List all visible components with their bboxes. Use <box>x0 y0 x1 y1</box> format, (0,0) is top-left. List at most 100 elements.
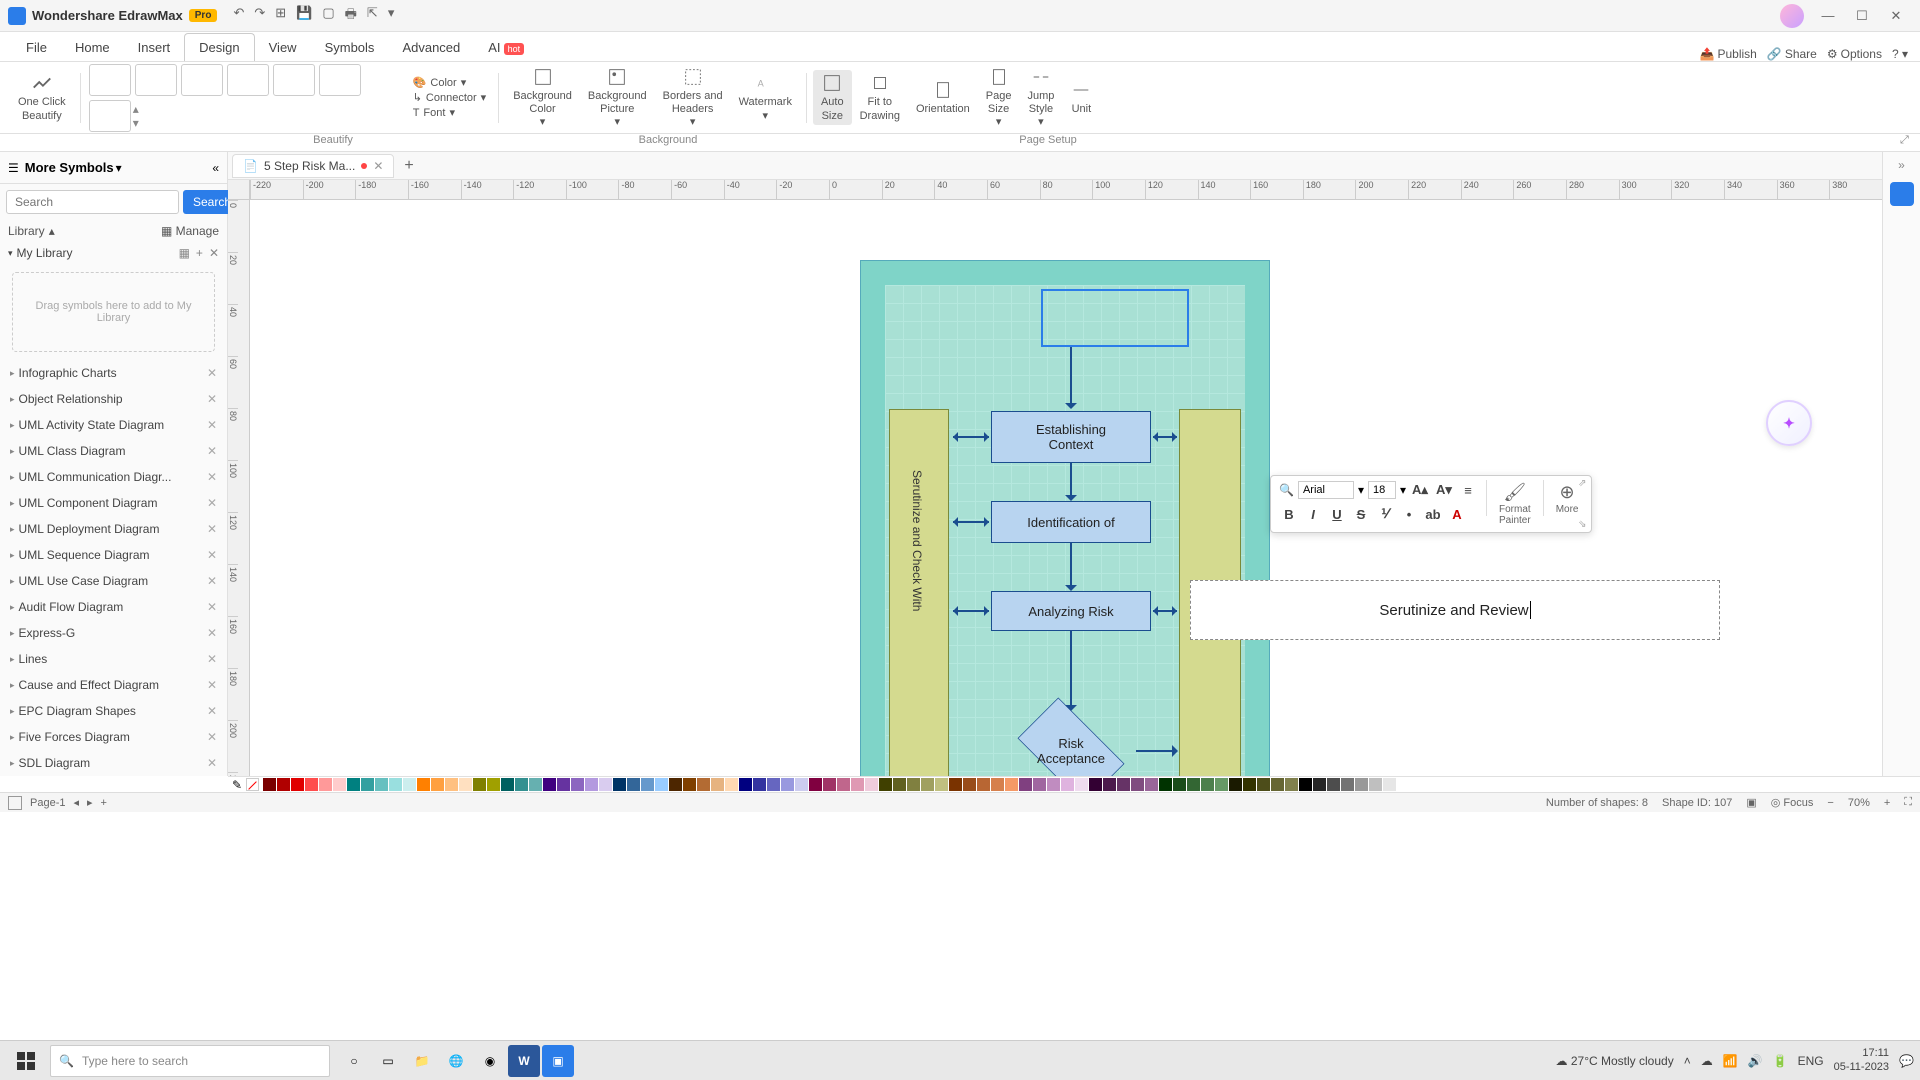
watermark-button[interactable]: A Watermark ▾ <box>731 70 800 124</box>
color-swatch[interactable] <box>1061 778 1074 791</box>
bullet-list-button[interactable]: • <box>1399 504 1419 524</box>
color-swatch[interactable] <box>669 778 682 791</box>
color-swatch[interactable] <box>1299 778 1312 791</box>
style-preset-7[interactable] <box>89 100 131 132</box>
category-close-icon[interactable]: ✕ <box>207 704 217 718</box>
right-panel-tool-icon[interactable] <box>1890 182 1914 206</box>
page-next[interactable]: ▸ <box>87 796 93 809</box>
tray-notifications-icon[interactable]: 💬 <box>1899 1054 1914 1068</box>
color-swatch[interactable] <box>907 778 920 791</box>
style-preset-3[interactable] <box>181 64 223 96</box>
category-item[interactable]: ▸Express-G✕ <box>0 620 227 646</box>
page-name[interactable]: Page-1 <box>30 797 65 809</box>
category-item[interactable]: ▸SDL Diagram✕ <box>0 750 227 776</box>
color-swatch[interactable] <box>277 778 290 791</box>
color-swatch[interactable] <box>1131 778 1144 791</box>
lib-grid-icon[interactable]: ▦ <box>179 246 190 260</box>
share-button[interactable]: 🔗 Share <box>1767 47 1817 61</box>
color-swatch[interactable] <box>1047 778 1060 791</box>
color-swatch[interactable] <box>795 778 808 791</box>
increase-font-button[interactable]: A▴ <box>1410 480 1430 500</box>
redo-button[interactable]: ↷ <box>254 5 265 27</box>
zoom-out-button[interactable]: − <box>1827 797 1833 809</box>
lib-close-icon[interactable]: ✕ <box>209 246 219 260</box>
color-swatch[interactable] <box>851 778 864 791</box>
help-button[interactable]: ? ▾ <box>1892 47 1908 61</box>
style-preset-2[interactable] <box>135 64 177 96</box>
color-swatch[interactable] <box>627 778 640 791</box>
category-close-icon[interactable]: ✕ <box>207 366 217 380</box>
color-swatch[interactable] <box>991 778 1004 791</box>
color-swatch[interactable] <box>1285 778 1298 791</box>
tray-volume-icon[interactable]: 🔊 <box>1748 1054 1763 1068</box>
category-close-icon[interactable]: ✕ <box>207 574 217 588</box>
taskbar-edge[interactable]: 🌐 <box>440 1045 472 1077</box>
color-swatch[interactable] <box>767 778 780 791</box>
category-close-icon[interactable]: ✕ <box>207 626 217 640</box>
taskbar-explorer[interactable]: 📁 <box>406 1045 438 1077</box>
color-swatch[interactable] <box>893 778 906 791</box>
category-item[interactable]: ▸UML Class Diagram✕ <box>0 438 227 464</box>
align-button[interactable]: ≡ <box>1458 480 1478 500</box>
qat-dropdown[interactable]: ▾ <box>388 5 395 27</box>
tray-language[interactable]: ENG <box>1798 1054 1824 1068</box>
lib-add-icon[interactable]: + <box>196 246 203 260</box>
color-swatch[interactable] <box>781 778 794 791</box>
category-close-icon[interactable]: ✕ <box>207 418 217 432</box>
style-preset-6[interactable] <box>319 64 361 96</box>
fit-view-icon[interactable]: ▣ <box>1746 796 1756 809</box>
color-swatch[interactable] <box>1271 778 1284 791</box>
color-swatch[interactable] <box>935 778 948 791</box>
my-library-section[interactable]: ▾My Library ▦ + ✕ <box>0 242 227 264</box>
category-item[interactable]: ▸EPC Diagram Shapes✕ <box>0 698 227 724</box>
menu-symbols[interactable]: Symbols <box>311 34 389 61</box>
color-swatch[interactable] <box>1089 778 1102 791</box>
taskbar-chrome[interactable]: ◉ <box>474 1045 506 1077</box>
menu-view[interactable]: View <box>255 34 311 61</box>
color-swatch[interactable] <box>417 778 430 791</box>
underline-button[interactable]: U <box>1327 504 1347 524</box>
category-close-icon[interactable]: ✕ <box>207 730 217 744</box>
font-family-input[interactable] <box>1298 481 1354 499</box>
category-item[interactable]: ▸Cause and Effect Diagram✕ <box>0 672 227 698</box>
bg-color-button[interactable]: Background Color ▾ <box>505 64 580 132</box>
zoom-in-button[interactable]: + <box>1884 797 1890 809</box>
menu-advanced[interactable]: Advanced <box>388 34 474 61</box>
tray-expand-icon[interactable]: ˄ <box>1684 1054 1691 1068</box>
eyedropper-icon[interactable]: ✎ <box>232 778 242 792</box>
category-item[interactable]: ▸UML Activity State Diagram✕ <box>0 412 227 438</box>
color-swatch[interactable] <box>473 778 486 791</box>
user-avatar[interactable] <box>1780 4 1804 28</box>
page-size-button[interactable]: Page Size ▾ <box>978 64 1020 132</box>
color-swatch[interactable] <box>837 778 850 791</box>
color-swatch[interactable] <box>1033 778 1046 791</box>
auto-size-button[interactable]: Auto Size <box>813 70 852 124</box>
color-swatch[interactable] <box>1215 778 1228 791</box>
category-item[interactable]: ▸UML Communication Diagr...✕ <box>0 464 227 490</box>
close-button[interactable]: ✕ <box>1880 4 1912 28</box>
ai-assistant-badge[interactable]: ✦ <box>1766 400 1812 446</box>
undo-button[interactable]: ↶ <box>233 5 244 27</box>
category-close-icon[interactable]: ✕ <box>207 392 217 406</box>
category-close-icon[interactable]: ✕ <box>207 522 217 536</box>
shape-risk-acceptance[interactable]: Risk Acceptance <box>1006 711 1136 776</box>
color-swatch[interactable] <box>1019 778 1032 791</box>
borders-headers-button[interactable]: Borders and Headers ▾ <box>655 64 731 132</box>
color-swatch[interactable] <box>1243 778 1256 791</box>
one-click-beautify-button[interactable]: One Click Beautify <box>10 70 74 124</box>
category-close-icon[interactable]: ✕ <box>207 496 217 510</box>
font-color-button[interactable]: A <box>1447 504 1467 524</box>
color-swatch[interactable] <box>613 778 626 791</box>
taskbar-taskview[interactable]: ▭ <box>372 1045 404 1077</box>
category-item[interactable]: ▸Five Forces Diagram✕ <box>0 724 227 750</box>
category-close-icon[interactable]: ✕ <box>207 548 217 562</box>
color-swatch[interactable] <box>1187 778 1200 791</box>
color-swatch[interactable] <box>711 778 724 791</box>
tray-battery-icon[interactable]: 🔋 <box>1773 1054 1788 1068</box>
color-swatch[interactable] <box>641 778 654 791</box>
toolbar-pin-icon[interactable]: ⇗ <box>1578 478 1586 489</box>
toolbar-expand-icon[interactable]: ⇘ <box>1578 519 1586 530</box>
color-swatch[interactable] <box>403 778 416 791</box>
category-item[interactable]: ▸UML Sequence Diagram✕ <box>0 542 227 568</box>
color-swatch[interactable] <box>585 778 598 791</box>
